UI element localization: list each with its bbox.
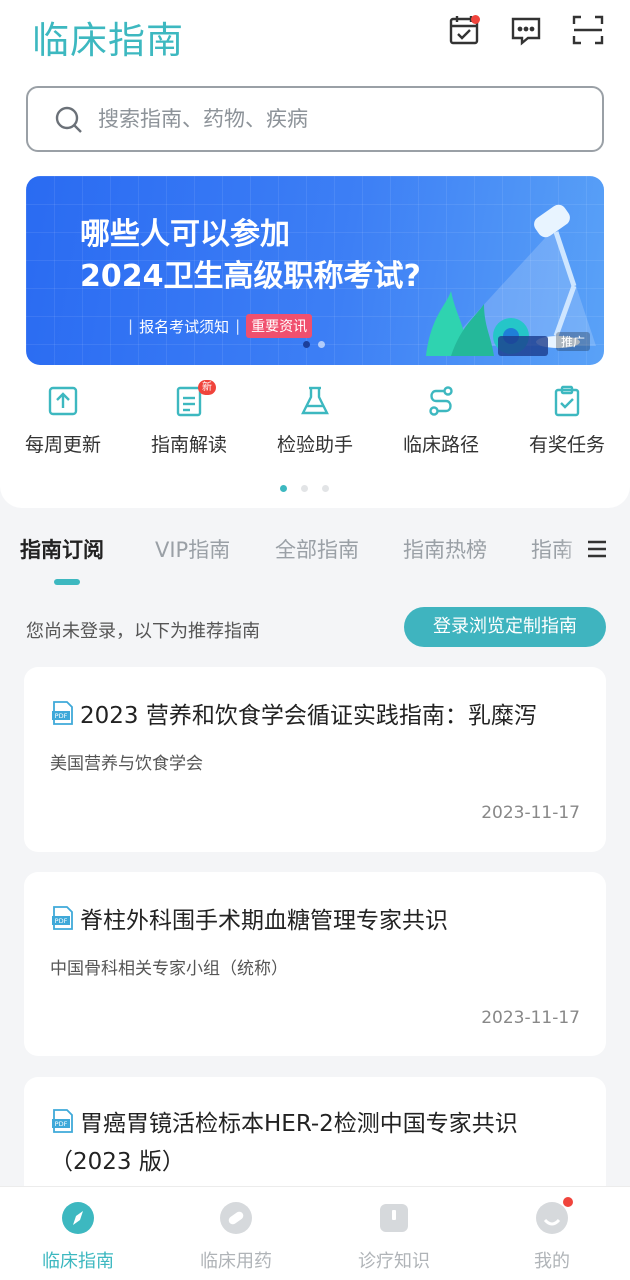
guideline-source: 中国骨科相关专家小组（统称）: [50, 959, 288, 979]
flask-icon: [298, 384, 332, 418]
upload-icon: [46, 384, 80, 418]
bottom-navigation: 临床指南 临床用药 诊疗知识 我的: [0, 1186, 630, 1280]
nav-clinical-drugs[interactable]: 临床用药: [176, 1201, 296, 1273]
scan-icon[interactable]: [570, 12, 606, 48]
banner-pager: [303, 341, 325, 348]
promo-banner[interactable]: 哪些人可以参加 2024卫生高级职称考试? | 报名考试须知 | 重要资讯 推广: [26, 176, 604, 365]
ad-label: 推广: [555, 332, 590, 351]
quick-action-clinical-path[interactable]: 临床路径: [386, 384, 496, 457]
active-tab-indicator: [54, 579, 80, 585]
clipboard-check-icon: [550, 384, 584, 418]
guideline-date: 2023-11-17: [481, 1008, 580, 1028]
guideline-title: PDF 胃癌胃镜活检标本HER-2检测中国专家共识（2023 版）: [50, 1105, 590, 1181]
route-icon: [424, 384, 458, 418]
login-notice: 您尚未登录，以下为推荐指南: [26, 621, 260, 642]
search-input[interactable]: [98, 102, 578, 136]
guideline-card[interactable]: PDF 脊柱外科围手术期血糖管理专家共识 中国骨科相关专家小组（统称） 2023…: [24, 872, 606, 1056]
guideline-source: 美国营养与饮食学会: [50, 754, 203, 774]
quick-action-weekly-update[interactable]: 每周更新: [8, 384, 118, 457]
compass-icon: [61, 1201, 95, 1235]
banner-title: 哪些人可以参加 2024卫生高级职称考试?: [80, 217, 421, 294]
quick-action-interpretation[interactable]: 新 指南解读: [134, 380, 244, 457]
pdf-icon: PDF: [52, 1109, 73, 1133]
quick-action-lab-assistant[interactable]: 检验助手: [260, 384, 370, 457]
guideline-card[interactable]: PDF 2023 营养和饮食学会循证实践指南：乳糜泻 美国营养与饮食学会 202…: [24, 667, 606, 852]
pdf-icon: PDF: [52, 906, 73, 930]
tab-hot[interactable]: 指南热榜: [403, 534, 487, 564]
svg-text:PDF: PDF: [55, 1120, 68, 1128]
banner-tag: 重要资讯: [246, 314, 313, 338]
notification-dot: [563, 1197, 573, 1207]
menu-icon[interactable]: [586, 538, 608, 560]
tab-vip[interactable]: VIP指南: [155, 534, 230, 564]
login-button[interactable]: 登录浏览定制指南: [404, 607, 606, 647]
user-icon: [535, 1197, 573, 1235]
app-logo: 临床指南: [32, 19, 184, 62]
pill-icon: [219, 1201, 253, 1235]
quick-action-reward-tasks[interactable]: 有奖任务: [512, 384, 622, 457]
book-icon: [377, 1201, 411, 1235]
svg-text:PDF: PDF: [55, 917, 68, 925]
header-area: 临床指南 搜索指南、药物、疾病 哪些人可以参加 2024卫生高级职称考试? | …: [0, 0, 630, 508]
guideline-tabs: 指南订阅 VIP指南 全部指南 指南热榜 指南: [0, 528, 630, 588]
svg-text:PDF: PDF: [55, 712, 68, 720]
nav-profile[interactable]: 我的: [492, 1197, 612, 1273]
quick-actions-pager: [280, 485, 329, 492]
nav-treatment-knowledge[interactable]: 诊疗知识: [334, 1201, 454, 1273]
notification-dot: [471, 15, 480, 24]
calendar-check-icon[interactable]: [446, 12, 482, 48]
document-icon: 新: [172, 380, 216, 418]
nav-clinical-guidelines[interactable]: 临床指南: [18, 1201, 138, 1273]
guideline-title: PDF 2023 营养和饮食学会循证实践指南：乳糜泻: [50, 697, 590, 735]
banner-subtitle: | 报名考试须知 | 重要资讯: [122, 314, 313, 338]
tab-all[interactable]: 全部指南: [275, 534, 359, 564]
guideline-date: 2023-11-17: [481, 803, 580, 823]
quick-actions: 每周更新 新 指南解读 检验助手 临床路径 有奖任务: [0, 380, 630, 464]
search-icon: [55, 106, 82, 133]
pdf-icon: PDF: [52, 701, 73, 725]
search-bar[interactable]: [26, 86, 604, 152]
message-icon[interactable]: [508, 12, 544, 48]
new-badge: 新: [198, 380, 216, 395]
tab-subscribed[interactable]: 指南订阅: [20, 534, 104, 564]
guideline-title: PDF 脊柱外科围手术期血糖管理专家共识: [50, 902, 590, 940]
